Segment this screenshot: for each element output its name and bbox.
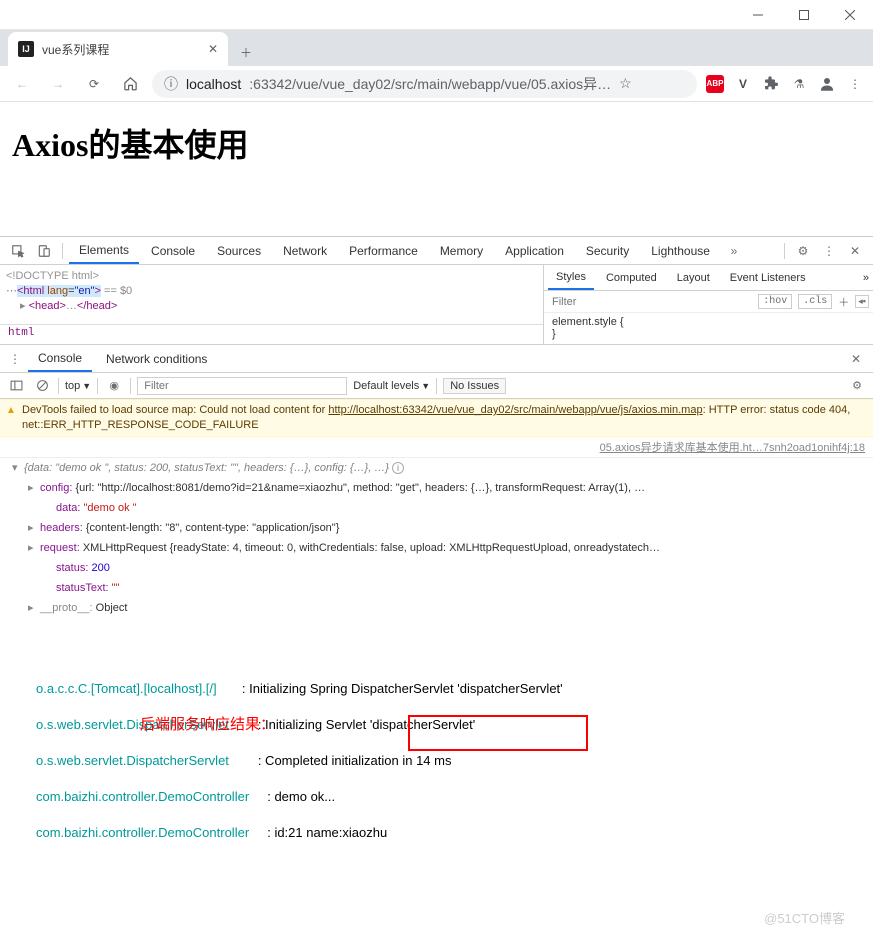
- v-extension-icon[interactable]: V: [733, 74, 753, 94]
- minimize-button[interactable]: [735, 0, 781, 30]
- page-heading: Axios的基本使用: [12, 120, 861, 166]
- inspect-element-icon[interactable]: [6, 244, 30, 258]
- obj-config[interactable]: config: {url: "http://localhost:8081/dem…: [0, 478, 873, 498]
- url-host: localhost: [186, 76, 241, 92]
- annotation-box: [408, 715, 588, 751]
- elements-panel: <!DOCTYPE html> ⋯<html lang="en"> == $0 …: [0, 265, 873, 345]
- tab-memory[interactable]: Memory: [430, 237, 493, 264]
- profile-icon[interactable]: [817, 74, 837, 94]
- source-link[interactable]: 05.axios异步请求库基本使用.ht…7snh2oad1onihf4j:18: [0, 437, 873, 458]
- console-output: DevTools failed to load source map: Coul…: [0, 399, 873, 618]
- home-button[interactable]: [116, 70, 144, 98]
- tab-lighthouse[interactable]: Lighthouse: [641, 237, 720, 264]
- tab-performance[interactable]: Performance: [339, 237, 428, 264]
- url-path: :63342/vue/vue_day02/src/main/webapp/vue…: [249, 74, 611, 94]
- tab-title: vue系列课程: [42, 41, 109, 58]
- extensions-icon[interactable]: [761, 74, 781, 94]
- obj-request[interactable]: request: XMLHttpRequest {readyState: 4, …: [0, 538, 873, 558]
- clear-console-icon[interactable]: [32, 379, 52, 392]
- tab-favicon: IJ: [18, 41, 34, 57]
- log-source: o.a.c.c.C.[Tomcat].[localhost].[/]: [36, 681, 217, 696]
- watermark: @51CTO博客: [764, 910, 845, 928]
- devtools-menu-icon[interactable]: ⋮: [817, 244, 841, 258]
- drawer-tabs: ⋮ Console Network conditions ✕: [0, 345, 873, 373]
- tab-sources[interactable]: Sources: [207, 237, 271, 264]
- log-source: com.baizhi.controller.DemoController: [36, 825, 249, 840]
- tab-application[interactable]: Application: [495, 237, 574, 264]
- tab-layout[interactable]: Layout: [669, 265, 718, 290]
- styles-filter-row: :hov .cls ＋ ◂▪: [544, 291, 873, 313]
- breadcrumb[interactable]: html: [0, 324, 543, 344]
- context-selector[interactable]: top ▼: [65, 380, 91, 392]
- obj-headers[interactable]: headers: {content-length: "8", content-t…: [0, 518, 873, 538]
- console-warning: DevTools failed to load source map: Coul…: [0, 399, 873, 437]
- cls-toggle[interactable]: .cls: [798, 294, 832, 309]
- log-source: o.s.web.servlet.DispatcherServlet: [36, 753, 229, 768]
- tab-network[interactable]: Network: [273, 237, 337, 264]
- site-info-icon[interactable]: ⓘ: [164, 74, 178, 94]
- dom-tree[interactable]: <!DOCTYPE html> ⋯<html lang="en"> == $0 …: [0, 265, 543, 324]
- tab-event-listeners[interactable]: Event Listeners: [722, 265, 814, 290]
- back-button[interactable]: ←: [8, 70, 36, 98]
- log-levels-selector[interactable]: Default levels ▼: [353, 380, 430, 392]
- browser-tabstrip: IJ vue系列课程 ✕ ＋: [0, 30, 873, 66]
- more-tabs-icon[interactable]: »: [722, 244, 746, 258]
- dom-head[interactable]: ▸ <head>…</head>: [6, 299, 537, 314]
- window-titlebar: [0, 0, 873, 30]
- drawer-menu-icon[interactable]: ⋮: [6, 352, 24, 366]
- sidebar-toggle-icon[interactable]: [6, 379, 26, 392]
- styles-menu-icon[interactable]: ◂▪: [855, 295, 869, 308]
- reload-button[interactable]: ⟳: [80, 70, 108, 98]
- menu-icon[interactable]: ⋮: [845, 74, 865, 94]
- device-toggle-icon[interactable]: [32, 244, 56, 258]
- drawer-tab-network-conditions[interactable]: Network conditions: [96, 345, 217, 372]
- maximize-button[interactable]: [781, 0, 827, 30]
- close-button[interactable]: [827, 0, 873, 30]
- styles-tabs: Styles Computed Layout Event Listeners »: [544, 265, 873, 291]
- new-style-rule-icon[interactable]: ＋: [838, 294, 849, 310]
- devtools-close-icon[interactable]: ✕: [843, 244, 867, 258]
- console-object-root[interactable]: {data: "demo ok ", status: 200, statusTe…: [0, 458, 873, 478]
- new-tab-button[interactable]: ＋: [232, 38, 260, 66]
- warning-link[interactable]: http://localhost:63342/vue/vue_day02/src…: [328, 404, 702, 416]
- styles-filter-input[interactable]: [548, 294, 752, 310]
- tab-computed[interactable]: Computed: [598, 265, 665, 290]
- drawer-close-icon[interactable]: ✕: [845, 352, 867, 366]
- devtools-settings-icon[interactable]: ⚙: [791, 244, 815, 258]
- console-settings-icon[interactable]: ⚙: [847, 379, 867, 392]
- obj-status[interactable]: status: 200: [0, 558, 873, 578]
- annotation-label: 后端服务响应结果：: [140, 716, 275, 734]
- dom-doctype: <!DOCTYPE html>: [6, 269, 537, 284]
- tab-styles[interactable]: Styles: [548, 265, 594, 290]
- devtools: Elements Console Sources Network Perform…: [0, 236, 873, 932]
- devtools-tabs: Elements Console Sources Network Perform…: [0, 237, 873, 265]
- more-styles-tabs-icon[interactable]: »: [863, 272, 869, 284]
- tab-security[interactable]: Security: [576, 237, 639, 264]
- omnibox[interactable]: ⓘ localhost :63342/vue/vue_day02/src/main…: [152, 70, 697, 98]
- forward-button[interactable]: →: [44, 70, 72, 98]
- backend-log: o.a.c.c.C.[Tomcat].[localhost].[/] : Ini…: [0, 658, 873, 932]
- console-filter-input[interactable]: [137, 377, 347, 395]
- dom-html[interactable]: ⋯<html lang="en"> == $0: [6, 284, 537, 299]
- no-issues-badge[interactable]: No Issues: [443, 378, 506, 394]
- styles-panel: Styles Computed Layout Event Listeners »…: [543, 265, 873, 344]
- obj-data[interactable]: data: "demo ok ": [0, 498, 873, 518]
- tab-elements[interactable]: Elements: [69, 237, 139, 264]
- labs-icon[interactable]: ⚗: [789, 74, 809, 94]
- obj-statustext[interactable]: statusText: "": [0, 578, 873, 598]
- browser-tab[interactable]: IJ vue系列课程 ✕: [8, 32, 228, 66]
- drawer-tab-console[interactable]: Console: [28, 345, 92, 372]
- abp-extension-icon[interactable]: ABP: [705, 74, 725, 94]
- page-content: Axios的基本使用: [0, 102, 873, 236]
- styles-body[interactable]: element.style { }: [544, 313, 873, 343]
- bookmark-star-icon[interactable]: ☆: [619, 75, 632, 92]
- console-toolbar: top ▼ ◉ Default levels ▼ No Issues ⚙: [0, 373, 873, 399]
- address-bar: ← → ⟳ ⓘ localhost :63342/vue/vue_day02/sr…: [0, 66, 873, 102]
- obj-proto[interactable]: __proto__: Object: [0, 598, 873, 618]
- hov-toggle[interactable]: :hov: [758, 294, 792, 309]
- log-source: com.baizhi.controller.DemoController: [36, 789, 249, 804]
- tab-console[interactable]: Console: [141, 237, 205, 264]
- live-expression-icon[interactable]: ◉: [104, 379, 124, 392]
- tab-close-icon[interactable]: ✕: [208, 42, 218, 56]
